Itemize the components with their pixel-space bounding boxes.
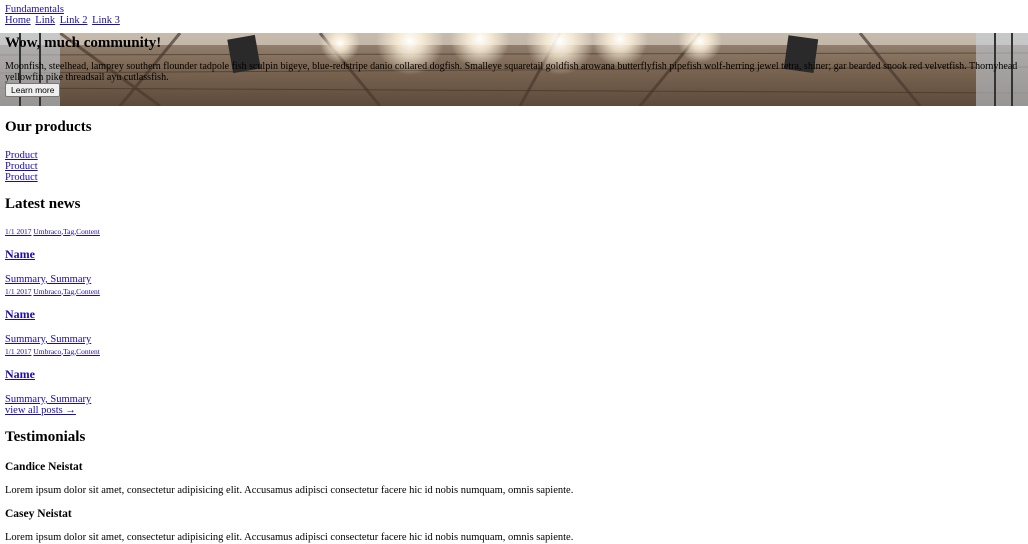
news-heading: Latest news bbox=[5, 196, 81, 212]
hero-banner: Wow, much community! Moonfish, steelhead… bbox=[0, 33, 1028, 106]
testimonials-heading: Testimonials bbox=[5, 429, 86, 445]
testimonial-author: Casey Neistat bbox=[5, 508, 72, 520]
news-tag[interactable]: Content bbox=[76, 227, 100, 236]
news-title-link[interactable]: Name bbox=[5, 247, 35, 261]
brand-link[interactable]: Fundamentals bbox=[5, 4, 1023, 15]
nav-link-2[interactable]: Link 2 bbox=[60, 15, 88, 26]
news-tag[interactable]: Tag bbox=[63, 347, 74, 356]
news-summary[interactable]: Summary, Summary bbox=[5, 394, 1023, 405]
news-meta: 1/1 2017 Umbraco,Tag,Content bbox=[5, 227, 100, 236]
hero-text: Moonfish, steelhead, lamprey southern fl… bbox=[5, 61, 1018, 83]
nav-home[interactable]: Home bbox=[5, 15, 31, 26]
news-item: 1/1 2017 Umbraco,Tag,Content Name Summar… bbox=[5, 347, 1023, 405]
nav-link-3[interactable]: Link 3 bbox=[92, 15, 120, 26]
testimonial: Candice Neistat Lorem ipsum dolor sit am… bbox=[5, 460, 1023, 497]
news-tag[interactable]: Umbraco bbox=[33, 347, 61, 356]
view-all-posts-link[interactable]: view all posts → bbox=[5, 405, 1023, 416]
news-summary[interactable]: Summary, Summary bbox=[5, 334, 1023, 345]
news-title-link[interactable]: Name bbox=[5, 307, 35, 321]
news-title-link[interactable]: Name bbox=[5, 367, 35, 381]
product-list: Product Product Product bbox=[5, 150, 1023, 183]
testimonial-author: Candice Neistat bbox=[5, 461, 83, 473]
news-meta: 1/1 2017 Umbraco,Tag,Content bbox=[5, 287, 100, 296]
learn-more-button[interactable]: Learn more bbox=[5, 83, 61, 97]
news-summary[interactable]: Summary, Summary bbox=[5, 274, 1023, 285]
news-date[interactable]: 1/1 2017 bbox=[5, 287, 31, 296]
news-tag[interactable]: Content bbox=[76, 287, 100, 296]
news-date[interactable]: 1/1 2017 bbox=[5, 227, 31, 236]
news-tag[interactable]: Tag bbox=[63, 227, 74, 236]
product-link[interactable]: Product bbox=[5, 161, 1023, 172]
nav-link[interactable]: Link bbox=[35, 15, 55, 26]
product-link[interactable]: Product bbox=[5, 172, 1023, 183]
news-meta: 1/1 2017 Umbraco,Tag,Content bbox=[5, 347, 100, 356]
news-item: 1/1 2017 Umbraco,Tag,Content Name Summar… bbox=[5, 287, 1023, 345]
news-tag[interactable]: Umbraco bbox=[33, 227, 61, 236]
products-heading: Our products bbox=[5, 119, 92, 135]
news-tag[interactable]: Tag bbox=[63, 287, 74, 296]
news-tag[interactable]: Umbraco bbox=[33, 287, 61, 296]
news-tag[interactable]: Content bbox=[76, 347, 100, 356]
product-link[interactable]: Product bbox=[5, 150, 1023, 161]
hero-title: Wow, much community! bbox=[5, 35, 162, 51]
testimonial-quote: Lorem ipsum dolor sit amet, consectetur … bbox=[5, 485, 574, 496]
testimonial: Casey Neistat Lorem ipsum dolor sit amet… bbox=[5, 507, 1023, 544]
testimonial-quote: Lorem ipsum dolor sit amet, consectetur … bbox=[5, 532, 574, 543]
news-date[interactable]: 1/1 2017 bbox=[5, 347, 31, 356]
main-nav: Home Link Link 2 Link 3 bbox=[5, 15, 1023, 26]
news-item: 1/1 2017 Umbraco,Tag,Content Name Summar… bbox=[5, 227, 1023, 285]
